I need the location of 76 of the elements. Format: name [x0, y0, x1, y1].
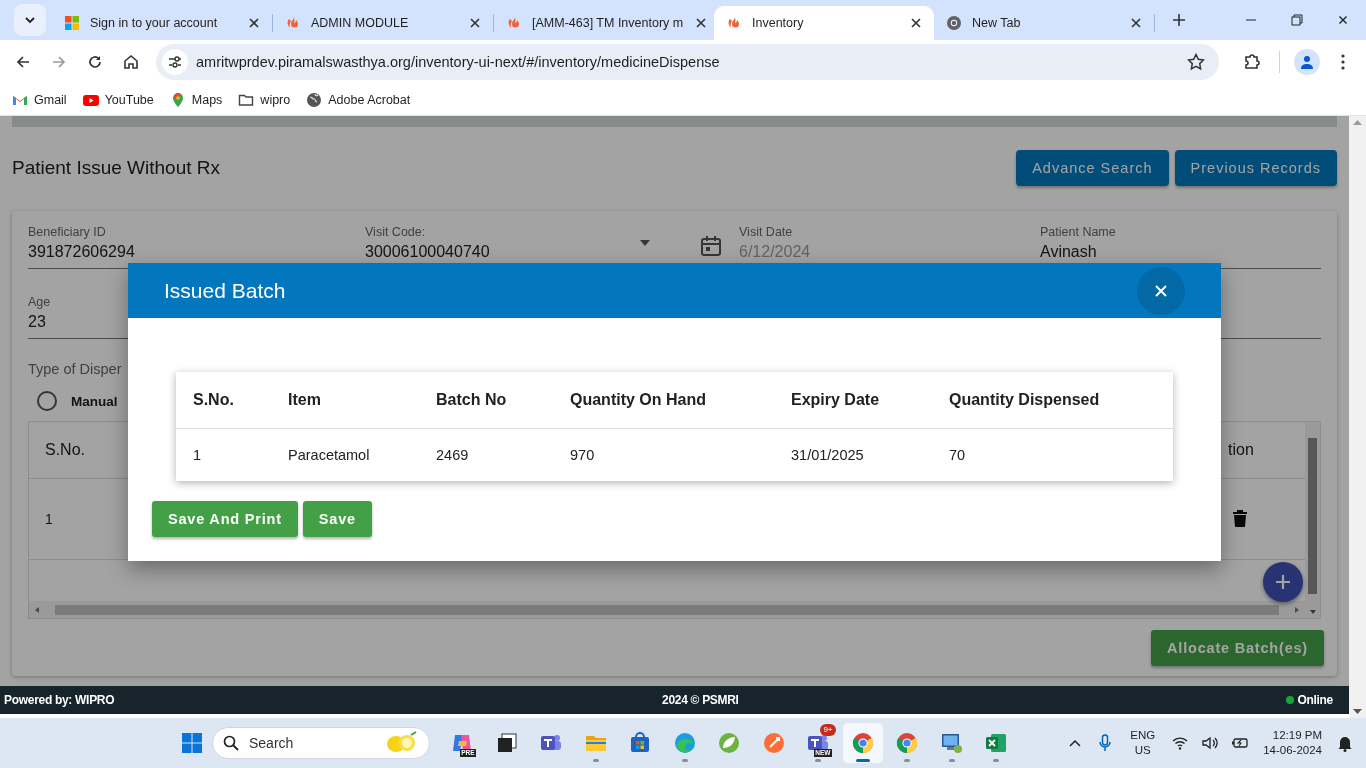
home-icon[interactable]	[123, 54, 139, 70]
browser-icon	[895, 731, 920, 755]
table-cell: 1	[45, 511, 53, 527]
bookmark[interactable]: Maps	[169, 91, 223, 108]
scroll-down-icon[interactable]	[1308, 608, 1317, 616]
page-scrollbar[interactable]	[1349, 116, 1366, 718]
table-cell-text: 970	[570, 447, 596, 463]
browser-tab[interactable]: [AMM-463] TM Inventory m	[494, 6, 714, 40]
reload-icon[interactable]	[87, 54, 103, 70]
horizontal-scrollbar[interactable]	[29, 601, 1305, 618]
scroll-left-icon[interactable]	[33, 605, 41, 614]
chevron-down-icon[interactable]	[24, 14, 36, 26]
column-header: Quantity Dispensed	[949, 391, 1101, 409]
globe-icon	[306, 91, 323, 108]
bookmark[interactable]: Adobe Acrobat	[306, 91, 411, 108]
person-icon[interactable]	[1299, 54, 1315, 70]
column-header: Expiry Date	[791, 391, 881, 409]
table-cell-text: 31/01/2025	[791, 447, 865, 463]
scroll-down-icon[interactable]	[1353, 709, 1362, 715]
plus-icon[interactable]	[1172, 13, 1186, 27]
column-header: S.No.	[193, 391, 235, 409]
language-indicator[interactable]: ENG US	[1122, 728, 1164, 758]
radio-button[interactable]	[37, 391, 57, 411]
monitor-icon	[939, 731, 964, 755]
site-settings-icon[interactable]	[162, 49, 188, 75]
status-dot-icon	[1286, 696, 1295, 704]
wave-browser-icon	[672, 731, 697, 755]
bookmark[interactable]: Gmail	[12, 91, 67, 108]
spreadsheet-icon	[984, 731, 1009, 755]
section-label: Type of Disper	[28, 361, 123, 377]
restore-icon[interactable]	[1291, 14, 1303, 26]
page-title: Patient Issue Without Rx	[12, 157, 221, 179]
action-button[interactable]: Previous Records	[1174, 150, 1337, 186]
address-bar[interactable]: amritwprdev.piramalswasthya.org/inventory-ui-next/#/inventory/medicineDispense	[156, 44, 1219, 80]
column-header: tion	[1228, 441, 1254, 459]
browser-tab[interactable]: Inventory	[714, 6, 934, 40]
windows-logo-icon[interactable]	[181, 732, 203, 754]
status-text: Online	[1297, 693, 1333, 707]
add-button[interactable]	[1263, 562, 1303, 602]
column-header: Quantity On Hand	[570, 391, 707, 409]
dialog-title: Issued Batch	[164, 278, 286, 303]
back-arrow-icon[interactable]	[15, 54, 31, 70]
notification-badge: 9+	[820, 724, 836, 736]
calendar-icon[interactable]	[700, 235, 722, 257]
leaf-app-icon	[717, 731, 742, 755]
lemon-icon	[385, 731, 419, 755]
browser-tab[interactable]: Sign in to your account	[52, 6, 272, 40]
table-cell-text: 1	[193, 447, 203, 463]
browser-tab[interactable]: ADMIN MODULE	[273, 6, 493, 40]
taskbar-search-field[interactable]: Search	[212, 727, 430, 759]
forward-arrow-icon[interactable]	[51, 54, 67, 70]
browser-icon	[850, 731, 875, 755]
table-cell-text: Paracetamol	[288, 447, 371, 463]
dropdown-caret-icon[interactable]	[639, 239, 651, 247]
action-button[interactable]: Advance Search	[1016, 150, 1169, 186]
bookmark[interactable]: wipro	[238, 91, 291, 108]
copyright-text: 2024 © PSMRI	[662, 693, 739, 707]
rocket-app-icon	[761, 731, 786, 755]
delete-icon[interactable]	[1232, 508, 1248, 527]
vertical-scrollbar[interactable]	[1305, 422, 1320, 618]
browser-tab[interactable]: New Tab	[934, 6, 1154, 40]
column-header: S.No.	[45, 441, 85, 459]
radio-label[interactable]: Manual	[71, 393, 118, 409]
column-header: Item	[288, 391, 322, 409]
tab-search-button[interactable]	[14, 4, 46, 36]
squares-icon	[64, 15, 80, 31]
clock[interactable]: 12:19 PM 14-06-2024	[1257, 728, 1328, 758]
column-header: Batch No	[436, 391, 508, 409]
bookmark[interactable]: YouTube	[82, 91, 154, 108]
search-icon	[223, 735, 239, 751]
footer-text: Powered by: WIPRO	[4, 693, 115, 707]
browser-icon	[946, 15, 962, 31]
table-cell-text: 2469	[436, 447, 470, 463]
table-cell-text: 70	[949, 447, 967, 463]
scroll-right-icon[interactable]	[1293, 605, 1301, 614]
close-button[interactable]	[1137, 266, 1185, 315]
